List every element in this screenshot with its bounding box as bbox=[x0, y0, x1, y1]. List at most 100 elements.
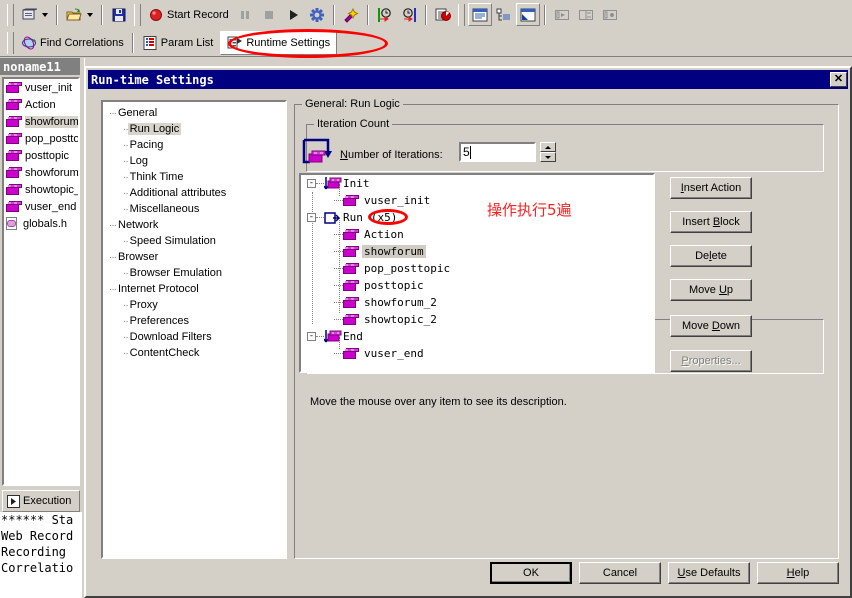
sidebar-item-general[interactable]: ··· General bbox=[103, 105, 285, 121]
step-view-button[interactable] bbox=[550, 3, 574, 26]
script-explorer-pane: noname11 vuser_init Action showforum pop… bbox=[0, 58, 84, 598]
sidebar-item-pacing[interactable]: ·· Pacing bbox=[103, 137, 285, 153]
application-window: Start Record Find Correlations Param Lis… bbox=[0, 0, 852, 598]
delete-button[interactable]: Delete bbox=[670, 245, 752, 267]
compile-button[interactable] bbox=[339, 3, 363, 26]
tree-item-showforum[interactable]: showforum bbox=[301, 243, 653, 260]
tree-item-vuser-end[interactable]: vuser_end bbox=[301, 345, 653, 362]
script-tree[interactable]: vuser_init Action showforum pop_posttop … bbox=[2, 77, 80, 486]
sidebar-item-run-logic[interactable]: ·· Run Logic bbox=[103, 121, 285, 137]
spinner-up-button[interactable] bbox=[540, 142, 556, 152]
properties-button[interactable]: Properties... bbox=[670, 350, 752, 372]
dialog-title-bar[interactable]: Run-time Settings ✕ bbox=[88, 70, 848, 89]
accel-key: P bbox=[681, 355, 689, 367]
list-item[interactable]: Action bbox=[4, 96, 78, 113]
tree-item-run[interactable]: - Run (x5) bbox=[301, 209, 653, 226]
chevron-down-icon[interactable] bbox=[87, 12, 93, 17]
pause-button[interactable] bbox=[233, 3, 257, 26]
tree-item-posttopic[interactable]: posttopic bbox=[301, 277, 653, 294]
category-label: Run Logic bbox=[127, 123, 182, 135]
use-defaults-button[interactable]: Use Defaults bbox=[668, 562, 750, 584]
sidebar-item-additional-attributes[interactable]: ·· Additional attributes bbox=[103, 185, 285, 201]
snapshot-view-button[interactable] bbox=[598, 3, 622, 26]
sidebar-item-proxy[interactable]: ·· Proxy bbox=[103, 297, 285, 313]
split-view-button[interactable] bbox=[574, 3, 598, 26]
tree-item-showforum-2[interactable]: showforum_2 bbox=[301, 294, 653, 311]
list-item[interactable]: showtopic_2 bbox=[4, 181, 78, 198]
insert-block-button[interactable]: Insert Block bbox=[670, 211, 752, 233]
open-script-button[interactable] bbox=[62, 3, 97, 26]
new-script-button[interactable] bbox=[17, 3, 52, 26]
save-button[interactable] bbox=[107, 3, 131, 26]
settings-category-tree[interactable]: ··· General ·· Run Logic ·· Pacing ·· Lo… bbox=[101, 100, 287, 559]
move-down-button[interactable]: Move Down bbox=[670, 315, 752, 337]
list-item[interactable]: showforum_ bbox=[4, 164, 78, 181]
expander-icon[interactable]: - bbox=[307, 179, 316, 188]
sidebar-item-internet-protocol[interactable]: ··· Internet Protocol bbox=[103, 281, 285, 297]
list-item[interactable]: vuser_init bbox=[4, 79, 78, 96]
sidebar-item-download-filters[interactable]: ·· Download Filters bbox=[103, 329, 285, 345]
script-view-button[interactable] bbox=[467, 3, 492, 26]
insert-end-transaction-button[interactable] bbox=[397, 3, 421, 26]
run-button[interactable] bbox=[281, 3, 305, 26]
list-item[interactable]: globals.h bbox=[4, 215, 78, 232]
param-list-button[interactable]: Param List bbox=[138, 31, 218, 54]
sidebar-item-preferences[interactable]: ·· Preferences bbox=[103, 313, 285, 329]
tree-item-showtopic-2[interactable]: showtopic_2 bbox=[301, 311, 653, 328]
tab-execution[interactable]: Execution bbox=[2, 490, 80, 512]
sidebar-item-contentcheck[interactable]: ·· ContentCheck bbox=[103, 345, 285, 361]
toolbar-grip[interactable] bbox=[7, 3, 14, 26]
help-button[interactable]: Help bbox=[757, 562, 839, 584]
script-item-label: Action bbox=[25, 98, 56, 111]
toolbar-separator bbox=[101, 4, 103, 25]
tree-item-pop-posttopic[interactable]: pop_posttopic bbox=[301, 260, 653, 277]
group-iteration-count-caption: Iteration Count bbox=[314, 118, 393, 130]
run-logic-action-tree[interactable]: - Init vuser_init - Run (x5) Action show… bbox=[299, 173, 655, 373]
expander-icon[interactable]: - bbox=[307, 213, 316, 222]
start-record-button[interactable]: Start Record bbox=[144, 3, 233, 26]
script-item-label: showforum_ bbox=[25, 166, 80, 179]
insert-start-transaction-button[interactable] bbox=[373, 3, 397, 26]
tree-item-action[interactable]: Action bbox=[301, 226, 653, 243]
list-item[interactable]: posttopic bbox=[4, 147, 78, 164]
sidebar-item-speed-simulation[interactable]: ·· Speed Simulation bbox=[103, 233, 285, 249]
close-icon[interactable]: ✕ bbox=[830, 72, 847, 87]
script-item-label: posttopic bbox=[25, 149, 70, 162]
sidebar-item-think-time[interactable]: ·· Think Time bbox=[103, 169, 285, 185]
tree-item-end[interactable]: - End bbox=[301, 328, 653, 345]
button-label-post: lock bbox=[720, 216, 740, 228]
expander-icon[interactable]: - bbox=[307, 332, 316, 341]
toolbar-grip[interactable] bbox=[7, 31, 14, 54]
tree-item-vuser-init[interactable]: vuser_init bbox=[301, 192, 653, 209]
iterations-spinner[interactable] bbox=[540, 142, 556, 162]
runtime-settings-button[interactable] bbox=[305, 3, 329, 26]
sidebar-item-browser-emulation[interactable]: ·· Browser Emulation bbox=[103, 265, 285, 281]
sidebar-item-miscellaneous[interactable]: ·· Miscellaneous bbox=[103, 201, 285, 217]
spinner-down-button[interactable] bbox=[540, 152, 556, 162]
tree-item-init[interactable]: - Init bbox=[301, 175, 653, 192]
toolbar-separator bbox=[543, 4, 546, 25]
list-item[interactable]: vuser_end bbox=[4, 198, 78, 215]
toolbar-grip[interactable] bbox=[457, 3, 465, 26]
stop-button[interactable] bbox=[257, 3, 281, 26]
iterations-input[interactable]: 5 bbox=[459, 142, 536, 162]
project-title-tab[interactable]: noname11 bbox=[0, 58, 80, 75]
tree-view-button[interactable] bbox=[492, 3, 516, 26]
insert-rendezvous-button[interactable] bbox=[431, 3, 455, 26]
list-item[interactable]: showforum bbox=[4, 113, 78, 130]
cancel-button[interactable]: Cancel bbox=[579, 562, 661, 584]
sidebar-item-browser[interactable]: ··· Browser bbox=[103, 249, 285, 265]
list-item[interactable]: pop_posttop bbox=[4, 130, 78, 147]
find-correlations-button[interactable]: Find Correlations bbox=[17, 31, 128, 54]
chevron-down-icon[interactable] bbox=[42, 12, 48, 17]
main-toolbar: Start Record bbox=[0, 0, 852, 29]
sidebar-item-log[interactable]: ·· Log bbox=[103, 153, 285, 169]
insert-action-button[interactable]: Insert Action bbox=[670, 177, 752, 199]
task-pane-button[interactable] bbox=[515, 3, 540, 26]
log-line: ****** Sta bbox=[1, 513, 74, 527]
toolbar-grip[interactable] bbox=[134, 3, 141, 26]
sidebar-item-network[interactable]: ··· Network bbox=[103, 217, 285, 233]
execution-log[interactable]: ****** Sta Web Record Recording Correlat… bbox=[0, 512, 82, 598]
move-up-button[interactable]: Move Up bbox=[670, 279, 752, 301]
ok-button[interactable]: OK bbox=[490, 562, 572, 584]
